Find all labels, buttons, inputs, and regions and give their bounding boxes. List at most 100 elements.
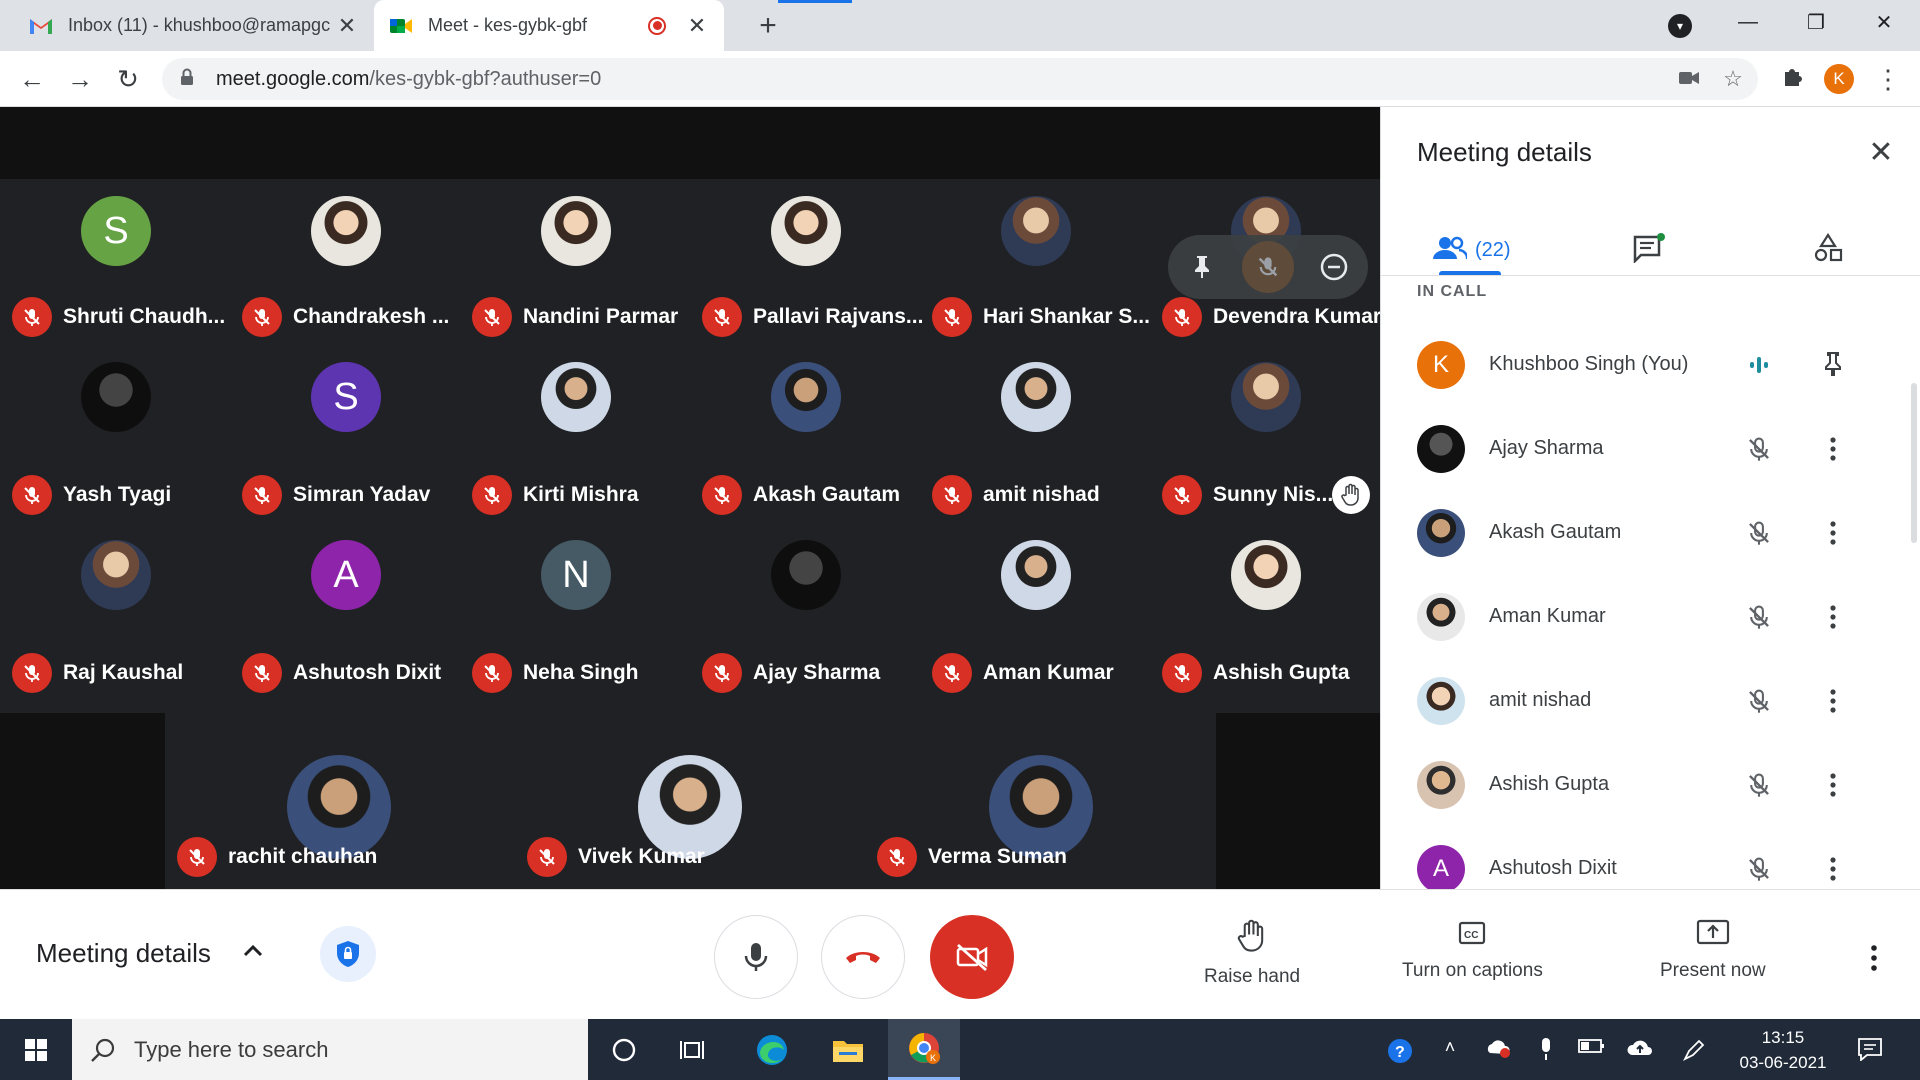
remove-participant-icon[interactable] <box>1308 241 1360 293</box>
onedrive-error-icon[interactable] <box>1484 1037 1512 1063</box>
participant-tile[interactable]: S Simran Yadav <box>230 357 460 527</box>
address-bar[interactable]: meet.google.com/kes-gybk-gbf?authuser=0 … <box>162 58 1758 100</box>
captions-button[interactable]: CC Turn on captions <box>1402 918 1543 982</box>
profile-avatar[interactable]: K <box>1824 64 1854 94</box>
more-options-icon[interactable] <box>1862 942 1886 974</box>
participant-tile[interactable]: Ajay Sharma <box>690 535 920 705</box>
mic-off-icon[interactable] <box>1743 601 1775 633</box>
tab-gmail[interactable]: Inbox (11) - khushboo@ramapgc ✕ <box>14 0 374 51</box>
task-view-icon[interactable] <box>664 1019 724 1080</box>
tab-chat[interactable] <box>1633 225 1667 275</box>
extensions-icon[interactable] <box>1774 61 1810 97</box>
leave-call-button[interactable] <box>821 915 905 999</box>
participant-tile[interactable]: Ashish Gupta <box>1150 535 1380 705</box>
mute-participant-icon[interactable] <box>1242 241 1294 293</box>
microphone-tray-icon[interactable] <box>1532 1037 1560 1063</box>
participant-tile[interactable]: Raj Kaushal <box>0 535 230 705</box>
microphone-button[interactable] <box>714 915 798 999</box>
more-options-icon[interactable] <box>1817 601 1849 633</box>
participant-tile[interactable]: Hari Shankar S... <box>920 179 1150 349</box>
mic-off-icon[interactable] <box>1743 433 1775 465</box>
participant-row[interactable]: A Ashutosh Dixit <box>1381 829 1901 889</box>
forward-icon[interactable]: → <box>62 61 98 97</box>
meeting-stage: S Shruti Chaudh... Chandrakesh ... Nandi… <box>0 107 1381 889</box>
participant-tile[interactable]: Pallavi Rajvans... <box>690 179 923 349</box>
participant-row[interactable]: amit nishad <box>1381 661 1901 745</box>
start-button[interactable] <box>0 1019 72 1080</box>
participant-tile[interactable]: A Ashutosh Dixit <box>230 535 460 705</box>
meeting-details-button[interactable]: Meeting details <box>36 938 211 969</box>
mic-off-icon[interactable] <box>1743 769 1775 801</box>
tile-name-row: Hari Shankar S... <box>932 297 1150 337</box>
participant-tile[interactable]: N Neha Singh <box>460 535 690 705</box>
people-icon <box>1433 235 1469 266</box>
browser-menu-icon[interactable]: ⋮ <box>1870 61 1906 97</box>
participant-tile[interactable]: rachit chauhan <box>165 713 515 889</box>
camera-in-use-icon[interactable] <box>1674 64 1704 94</box>
help-icon[interactable]: ? <box>1386 1037 1414 1063</box>
more-options-icon[interactable] <box>1817 517 1849 549</box>
participant-tile[interactable]: Nandini Parmar <box>460 179 690 349</box>
file-explorer-icon[interactable] <box>818 1019 878 1080</box>
participant-tile[interactable]: S Shruti Chaudh... <box>0 179 230 349</box>
close-tab-icon[interactable]: ✕ <box>684 13 710 39</box>
tab-activities[interactable] <box>1813 225 1843 275</box>
close-window-button[interactable]: ✕ <box>1854 0 1914 44</box>
participant-row[interactable]: Aman Kumar <box>1381 577 1901 661</box>
participant-row[interactable]: Ajay Sharma <box>1381 409 1901 493</box>
system-clock[interactable]: 13:15 03-06-2021 <box>1738 1025 1828 1075</box>
back-icon[interactable]: ← <box>14 61 50 97</box>
participant-tile[interactable]: Aman Kumar <box>920 535 1150 705</box>
participant-row[interactable]: K Khushboo Singh (You) <box>1381 325 1901 409</box>
cortana-icon[interactable] <box>594 1019 654 1080</box>
present-now-button[interactable]: Present now <box>1660 918 1766 982</box>
mic-off-icon[interactable] <box>1743 517 1775 549</box>
taskbar-search-box[interactable]: Type here to search <box>72 1019 588 1080</box>
chevron-up-icon[interactable] <box>238 936 268 966</box>
host-controls-shield-icon[interactable] <box>320 926 376 982</box>
raise-hand-button[interactable]: Raise hand <box>1204 918 1300 988</box>
tab-search-icon[interactable]: ▾ <box>1668 14 1692 38</box>
mic-off-icon[interactable] <box>1743 685 1775 717</box>
participant-tile[interactable]: Akash Gautam <box>690 357 920 527</box>
tab-people[interactable]: (22) <box>1433 225 1511 275</box>
participant-tile[interactable]: Yash Tyagi <box>0 357 230 527</box>
close-tab-icon[interactable]: ✕ <box>334 13 360 39</box>
new-tab-button[interactable]: + <box>750 8 786 44</box>
stage-top-band <box>0 107 1380 179</box>
battery-icon[interactable] <box>1578 1037 1606 1063</box>
participant-tile[interactable]: Sunny Nis... <box>1150 357 1380 527</box>
participant-tile[interactable]: Chandrakesh ... <box>230 179 460 349</box>
close-panel-icon[interactable]: ✕ <box>1863 135 1899 171</box>
participant-row[interactable]: Ashish Gupta <box>1381 745 1901 829</box>
more-options-icon[interactable] <box>1817 853 1849 885</box>
bookmark-star-icon[interactable]: ☆ <box>1718 64 1748 94</box>
reload-icon[interactable]: ↻ <box>110 61 146 97</box>
more-options-icon[interactable] <box>1817 685 1849 717</box>
edge-browser-icon[interactable] <box>742 1019 802 1080</box>
speaking-indicator-icon <box>1743 349 1775 381</box>
participant-tile[interactable]: Kirti Mishra <box>460 357 690 527</box>
chevron-up-icon[interactable]: ˄ <box>1436 1037 1464 1063</box>
tab-meet[interactable]: Meet - kes-gybk-gbf ✕ <box>374 0 724 51</box>
participant-tile[interactable]: amit nishad <box>920 357 1150 527</box>
panel-scrollbar[interactable] <box>1911 383 1917 543</box>
participant-row[interactable]: Akash Gautam <box>1381 493 1901 577</box>
mic-off-icon <box>527 837 567 877</box>
more-options-icon[interactable] <box>1817 769 1849 801</box>
pin-icon[interactable] <box>1817 349 1849 381</box>
cloud-upload-icon[interactable] <box>1626 1037 1654 1063</box>
pen-icon[interactable] <box>1680 1037 1708 1063</box>
pin-icon[interactable] <box>1176 241 1228 293</box>
participant-tile[interactable]: Verma Suman <box>865 713 1216 889</box>
tile-name-row: Devendra Kumar <box>1162 297 1381 337</box>
participant-tile[interactable]: Vivek Kumar <box>515 713 865 889</box>
mic-off-icon[interactable] <box>1743 853 1775 885</box>
restore-button[interactable]: ❐ <box>1786 0 1846 44</box>
notifications-icon[interactable] <box>1856 1037 1884 1063</box>
chrome-taskbar-icon[interactable]: K <box>888 1019 960 1080</box>
more-options-icon[interactable] <box>1817 433 1849 465</box>
minimize-button[interactable]: — <box>1718 0 1778 44</box>
camera-off-button[interactable] <box>930 915 1014 999</box>
search-icon <box>91 1038 115 1062</box>
